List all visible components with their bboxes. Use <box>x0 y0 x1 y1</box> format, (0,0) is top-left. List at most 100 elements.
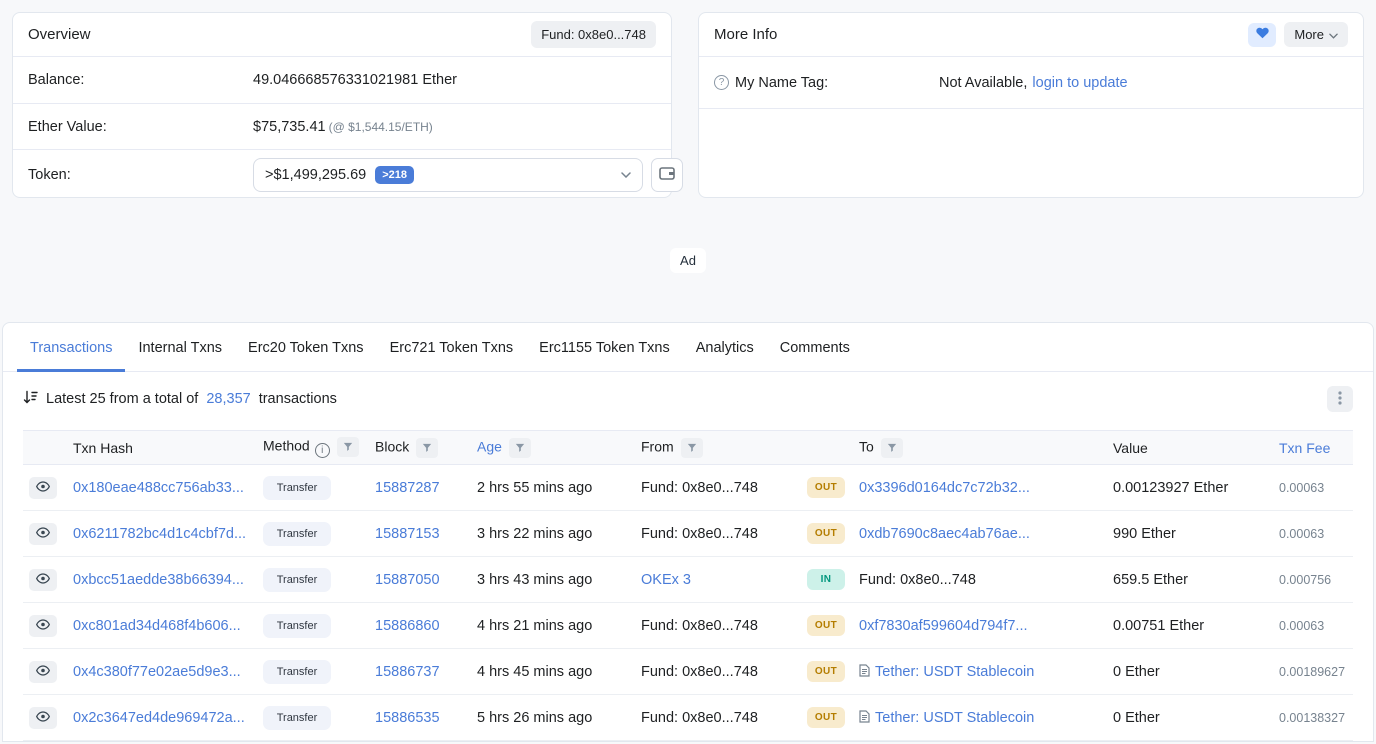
to-filter-button[interactable] <box>881 438 903 458</box>
txn-fee-text: 0.00189627 <box>1279 665 1345 679</box>
token-total-value: >$1,499,295.69 <box>265 167 366 183</box>
eye-icon <box>36 618 50 633</box>
age-text: 4 hrs 21 mins ago <box>477 618 592 634</box>
transactions-card: Transactions Internal Txns Erc20 Token T… <box>2 322 1374 742</box>
contract-file-icon <box>859 664 870 677</box>
eye-preview-button[interactable] <box>29 569 57 591</box>
block-link[interactable]: 15886535 <box>375 710 440 726</box>
txn-fee-text: 0.00063 <box>1279 619 1324 633</box>
value-text: 0.00751 Ether <box>1113 618 1204 634</box>
transactions-tbody: 0x180eae488cc756ab33... Transfer 1588728… <box>23 465 1353 741</box>
fund-address-badge[interactable]: Fund: 0x8e0...748 <box>531 21 656 48</box>
block-link[interactable]: 15886860 <box>375 618 440 634</box>
block-link[interactable]: 15887287 <box>375 480 440 496</box>
eye-preview-button[interactable] <box>29 477 57 499</box>
to-address[interactable]: 0xf7830af599604d794f7... <box>859 618 1028 634</box>
tab-analytics[interactable]: Analytics <box>683 323 767 372</box>
to-address[interactable]: 0xdb7690c8aec4ab76ae... <box>859 526 1030 542</box>
eye-preview-button[interactable] <box>29 707 57 729</box>
header-eye-column <box>23 431 67 465</box>
header-from: From <box>635 431 801 465</box>
from-address: Fund: 0x8e0...748 <box>641 710 758 726</box>
block-link[interactable]: 15887153 <box>375 526 440 542</box>
txn-hash-link[interactable]: 0xc801ad34d468f4b606... <box>73 618 241 634</box>
eye-preview-button[interactable] <box>29 661 57 683</box>
header-block: Block <box>369 431 471 465</box>
tab-transactions[interactable]: Transactions <box>17 323 125 372</box>
token-row: Token: >$1,499,295.69 >218 <box>13 149 671 199</box>
ether-value-label: Ether Value: <box>28 119 253 135</box>
tab-erc721-token-txns[interactable]: Erc721 Token Txns <box>377 323 527 372</box>
txn-hash-link[interactable]: 0x4c380f77e02ae5d9e3... <box>73 664 241 680</box>
table-row: 0x2c3647ed4de969472a... Transfer 1588653… <box>23 695 1353 741</box>
txn-fee-text: 0.000756 <box>1279 573 1331 587</box>
block-link[interactable]: 15887050 <box>375 572 440 588</box>
tab-comments[interactable]: Comments <box>767 323 863 372</box>
transactions-table: Txn Hash Methodi Block Age From To Value… <box>23 430 1353 741</box>
age-filter-button[interactable] <box>509 438 531 458</box>
from-filter-button[interactable] <box>681 438 703 458</box>
table-row: 0xc801ad34d468f4b606... Transfer 1588686… <box>23 603 1353 649</box>
balance-value: 49.046668576331021981 Ether <box>253 72 457 88</box>
to-address[interactable]: Tether: USDT Stablecoin <box>875 710 1034 726</box>
chevron-down-icon <box>1329 27 1338 42</box>
tab-erc20-token-txns[interactable]: Erc20 Token Txns <box>235 323 377 372</box>
top-section: Overview Fund: 0x8e0...748 Balance: 49.0… <box>0 0 1376 198</box>
block-link[interactable]: 15886737 <box>375 664 440 680</box>
name-tag-row: ? My Name Tag: Not Available, login to u… <box>699 57 1363 109</box>
method-badge: Transfer <box>263 660 331 684</box>
wallet-icon <box>659 166 675 183</box>
wallet-button[interactable] <box>651 158 683 192</box>
kebab-icon <box>1338 391 1342 408</box>
header-txn-fee[interactable]: Txn Fee <box>1273 431 1353 465</box>
more-info-actions: More <box>1248 22 1348 47</box>
from-address: Fund: 0x8e0...748 <box>641 480 758 496</box>
table-options-button[interactable] <box>1327 386 1353 412</box>
overview-card: Overview Fund: 0x8e0...748 Balance: 49.0… <box>12 12 672 198</box>
token-label: Token: <box>28 167 253 183</box>
direction-badge: IN <box>807 569 845 590</box>
token-dropdown[interactable]: >$1,499,295.69 >218 <box>253 158 643 192</box>
total-transactions-link[interactable]: 28,357 <box>206 391 250 407</box>
txn-hash-link[interactable]: 0x2c3647ed4de969472a... <box>73 710 245 726</box>
txn-hash-link[interactable]: 0x180eae488cc756ab33... <box>73 480 244 496</box>
method-badge: Transfer <box>263 568 331 592</box>
ether-rate: (@ $1,544.15/ETH) <box>329 120 433 134</box>
more-info-card-header: More Info More <box>699 13 1363 57</box>
table-row: 0xbcc51aedde38b66394... Transfer 1588705… <box>23 557 1353 603</box>
to-address[interactable]: Tether: USDT Stablecoin <box>875 664 1034 680</box>
age-text: 2 hrs 55 mins ago <box>477 480 592 496</box>
age-text: 3 hrs 43 mins ago <box>477 572 592 588</box>
eye-icon <box>36 664 50 679</box>
txn-fee-text: 0.00063 <box>1279 481 1324 495</box>
from-address: Fund: 0x8e0...748 <box>641 526 758 542</box>
ether-value-row: Ether Value: $75,735.41 (@ $1,544.15/ETH… <box>13 103 671 149</box>
tab-internal-txns[interactable]: Internal Txns <box>125 323 235 372</box>
direction-badge: OUT <box>807 615 845 636</box>
txn-hash-link[interactable]: 0xbcc51aedde38b66394... <box>73 572 244 588</box>
tab-erc1155-token-txns[interactable]: Erc1155 Token Txns <box>526 323 683 372</box>
favorite-button[interactable] <box>1248 23 1276 47</box>
summary-prefix: Latest 25 from a total of <box>46 391 198 407</box>
method-filter-button[interactable] <box>337 437 359 457</box>
more-dropdown-button[interactable]: More <box>1284 22 1348 47</box>
to-address[interactable]: 0x3396d0164dc7c72b32... <box>859 480 1030 496</box>
question-circle-icon[interactable]: ? <box>714 75 729 90</box>
value-text: 0 Ether <box>1113 710 1160 726</box>
chevron-down-icon <box>621 172 631 178</box>
eye-preview-button[interactable] <box>29 615 57 637</box>
summary-row: Latest 25 from a total of 28,357 transac… <box>3 372 1373 424</box>
direction-badge: OUT <box>807 477 845 498</box>
summary-suffix: transactions <box>259 391 337 407</box>
more-info-card: More Info More ? My Name Tag: <box>698 12 1364 198</box>
info-circle-icon[interactable]: i <box>315 443 330 458</box>
eye-preview-button[interactable] <box>29 523 57 545</box>
block-filter-button[interactable] <box>416 438 438 458</box>
header-age[interactable]: Age <box>471 431 635 465</box>
method-badge: Transfer <box>263 522 331 546</box>
txn-hash-link[interactable]: 0x6211782bc4d1c4cbf7d... <box>73 526 246 542</box>
method-badge: Transfer <box>263 706 331 730</box>
from-address[interactable]: OKEx 3 <box>641 572 691 588</box>
login-to-update-link[interactable]: login to update <box>1032 75 1127 91</box>
more-info-title: More Info <box>714 26 777 43</box>
